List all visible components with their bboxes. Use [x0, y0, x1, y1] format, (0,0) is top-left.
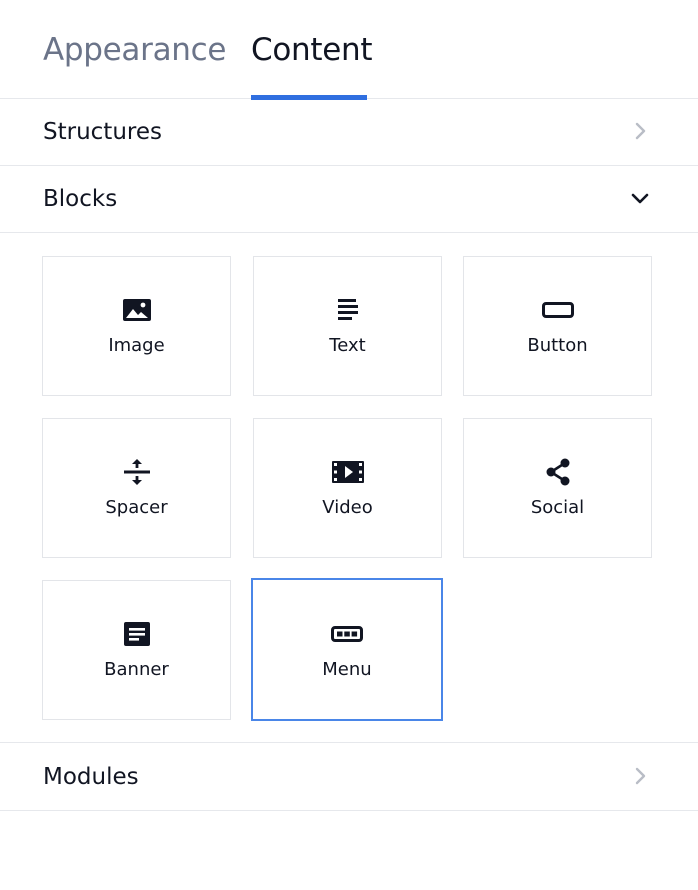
spacer-icon: [123, 459, 150, 485]
block-tile-banner[interactable]: Banner: [42, 580, 231, 720]
blocks-grid: Image Text Button Spacer Video Social Ba…: [0, 233, 698, 743]
block-tile-social[interactable]: Social: [463, 418, 652, 558]
image-icon: [122, 299, 151, 321]
text-icon: [337, 299, 358, 320]
button-icon: [541, 302, 574, 318]
block-label: Button: [527, 335, 588, 356]
banner-icon: [123, 622, 150, 646]
chevron-right-icon: [635, 767, 646, 785]
section-label: Modules: [43, 764, 139, 790]
block-label: Social: [530, 497, 585, 518]
block-tile-button[interactable]: Button: [463, 256, 652, 396]
chevron-down-icon: [631, 193, 649, 204]
block-label: Banner: [104, 659, 169, 680]
block-tile-spacer[interactable]: Spacer: [42, 418, 231, 558]
tab-appearance[interactable]: Appearance: [43, 31, 226, 69]
chevron-right-icon: [635, 122, 646, 140]
section-label: Blocks: [43, 186, 118, 212]
section-blocks[interactable]: Blocks: [0, 166, 698, 233]
block-tile-text[interactable]: Text: [253, 256, 442, 396]
menu-icon: [331, 626, 363, 642]
block-tile-menu[interactable]: Menu: [251, 578, 443, 721]
block-label: Text: [329, 335, 366, 356]
block-tile-video[interactable]: Video: [253, 418, 442, 558]
tab-bar: Appearance Content: [0, 0, 698, 100]
tab-content[interactable]: Content: [251, 31, 373, 69]
section-modules[interactable]: Modules: [0, 744, 698, 811]
block-label: Menu: [322, 659, 372, 680]
video-icon: [331, 461, 364, 483]
block-label: Image: [108, 335, 165, 356]
block-label: Spacer: [105, 497, 168, 518]
social-icon: [546, 458, 569, 486]
section-structures[interactable]: Structures: [0, 99, 698, 166]
block-label: Video: [322, 497, 373, 518]
section-label: Structures: [43, 119, 162, 145]
block-tile-image[interactable]: Image: [42, 256, 231, 396]
